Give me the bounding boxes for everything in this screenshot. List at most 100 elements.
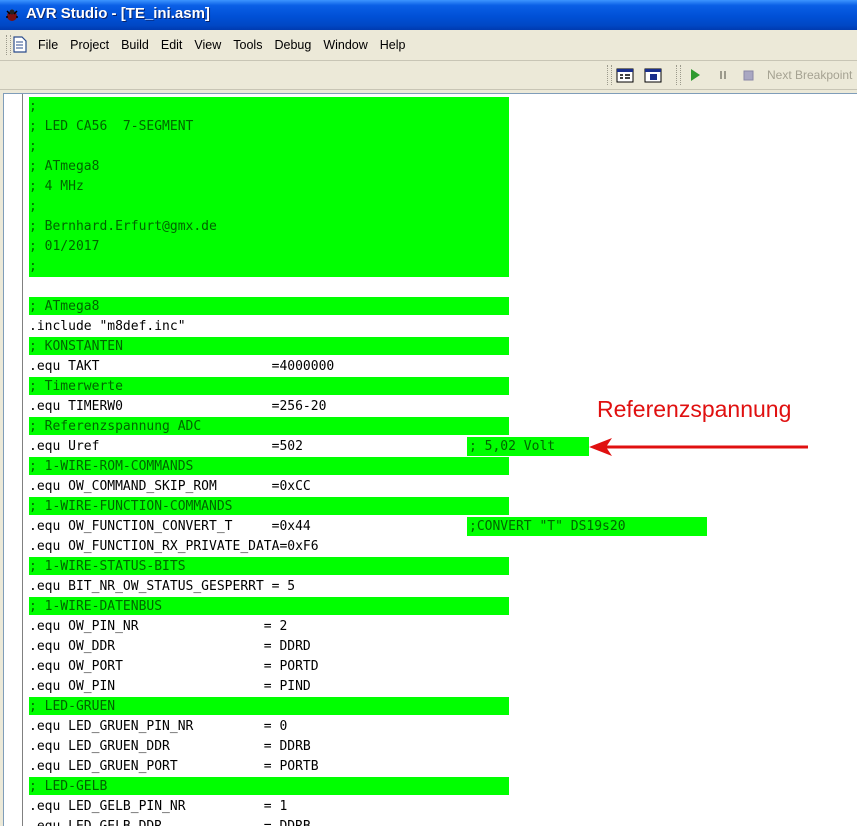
code-line[interactable]: .equ OW_FUNCTION_CONVERT_T =0x44 ;CONVERT… (29, 517, 849, 537)
code-line-text: ; 1-WIRE-DATENBUS (29, 599, 163, 614)
code-line[interactable]: .equ OW_PIN_NR = 2 (29, 617, 849, 637)
code-line[interactable]: ; 1-WIRE-DATENBUS (29, 597, 849, 617)
code-line[interactable]: ; 4 MHz (29, 177, 849, 197)
code-line[interactable]: ; (29, 137, 849, 157)
code-area[interactable]: ; ; LED CA56 7-SEGMENT; ; ATmega8 ; 4 MHz;;… (29, 97, 849, 826)
menu-file[interactable]: File (32, 38, 64, 52)
code-line-text: .equ OW_PIN = PIND (29, 679, 311, 694)
menu-items: File Project Build Edit View Tools Debug Window… (32, 38, 412, 52)
code-line-text: .equ LED_GRUEN_DDR = DDRB (29, 739, 311, 754)
code-line-text: ; 1-WIRE-ROM-COMMANDS (29, 459, 194, 474)
menu-edit[interactable]: Edit (155, 38, 189, 52)
code-line-text: ; (29, 139, 37, 154)
run-icon[interactable] (685, 65, 705, 85)
code-line-text: .equ TIMERW0 =256-20 (29, 399, 327, 414)
code-line-text: ; (29, 99, 37, 114)
code-line-text: ; 1-WIRE-STATUS-BITS (29, 559, 186, 574)
code-line[interactable]: ; LED-GRUEN (29, 697, 849, 717)
code-line[interactable]: .equ BIT_NR_OW_STATUS_GESPERRT = 5 (29, 577, 849, 597)
break-icon[interactable] (713, 65, 733, 85)
code-line[interactable]: ; Bernhard.Erfurt@gmx.de (29, 217, 849, 237)
code-line-text: ; ATmega8 (29, 299, 100, 314)
code-line[interactable]: .include "m8def.inc" (29, 317, 849, 337)
code-line[interactable]: ; (29, 97, 849, 117)
code-line[interactable]: ; 1-WIRE-STATUS-BITS (29, 557, 849, 577)
code-line[interactable]: ; KONSTANTEN (29, 337, 849, 357)
code-line[interactable]: .equ LED_GELB_PIN_NR = 1 (29, 797, 849, 817)
menu-build[interactable]: Build (115, 38, 155, 52)
code-line-text: .equ LED_GRUEN_PORT = PORTB (29, 759, 319, 774)
code-line-text: ; (29, 259, 37, 274)
code-line-text: ; ATmega8 (29, 159, 100, 174)
menu-help[interactable]: Help (374, 38, 412, 52)
window-title: AVR Studio - [TE_ini.asm] (26, 5, 210, 22)
code-line-text: .equ OW_COMMAND_SKIP_ROM =0xCC (29, 479, 311, 494)
debug-toolbar: Next Breakpoint (0, 61, 857, 90)
menu-debug[interactable]: Debug (268, 38, 317, 52)
code-line[interactable]: ; 1-WIRE-FUNCTION-COMMANDS (29, 497, 849, 517)
code-line-text: .equ OW_PORT = PORTD (29, 659, 319, 674)
code-line-text: .include "m8def.inc" (29, 319, 186, 334)
code-line[interactable]: ; 01/2017 (29, 237, 849, 257)
code-line-text: .equ OW_DDR = DDRD (29, 639, 311, 654)
code-line[interactable]: ; LED CA56 7-SEGMENT (29, 117, 849, 137)
code-line-text: .equ OW_FUNCTION_RX_PRIVATE_DATA=0xF6 (29, 539, 319, 554)
code-line[interactable]: .equ LED_GRUEN_PIN_NR = 0 (29, 717, 849, 737)
code-line-text: ; (29, 199, 37, 214)
code-line[interactable]: .equ OW_PORT = PORTD (29, 657, 849, 677)
code-line[interactable]: .equ TAKT =4000000 (29, 357, 849, 377)
code-line[interactable]: ; 1-WIRE-ROM-COMMANDS (29, 457, 849, 477)
menu-view[interactable]: View (188, 38, 227, 52)
code-line-text: .equ TAKT =4000000 (29, 359, 335, 374)
inline-comment-convert: ;CONVERT "T" DS19s20 (467, 517, 707, 536)
code-line[interactable]: ; (29, 197, 849, 217)
stop-icon[interactable] (739, 65, 759, 85)
code-line[interactable]: ; (29, 257, 849, 277)
code-line-text: .equ OW_PIN_NR = 2 (29, 619, 288, 634)
code-line-text: ; Bernhard.Erfurt@gmx.de (29, 219, 217, 234)
code-line-text: ; Timerwerte (29, 379, 123, 394)
code-line-text: .equ LED_GELB_PIN_NR = 1 (29, 799, 288, 814)
next-breakpoint-button[interactable]: Next Breakpoint (767, 68, 852, 82)
menu-tools[interactable]: Tools (227, 38, 268, 52)
code-line-text: ; 4 MHz (29, 179, 84, 194)
code-line-text: ; 1-WIRE-FUNCTION-COMMANDS (29, 499, 233, 514)
code-line[interactable]: .equ OW_COMMAND_SKIP_ROM =0xCC (29, 477, 849, 497)
toolbar-grip-2[interactable] (676, 65, 681, 85)
code-line[interactable]: .equ LED_GRUEN_DDR = DDRB (29, 737, 849, 757)
inline-comment-uref: ; 5,02 Volt (467, 437, 589, 456)
code-line-text: .equ LED_GRUEN_PIN_NR = 0 (29, 719, 288, 734)
code-line[interactable]: ; Timerwerte (29, 377, 849, 397)
menu-bar: File Project Build Edit View Tools Debug Window… (0, 30, 857, 61)
annotation-arrow-icon (589, 438, 808, 456)
code-line[interactable]: .equ LED_GRUEN_PORT = PORTB (29, 757, 849, 777)
menu-project[interactable]: Project (64, 38, 115, 52)
memory-window-icon[interactable] (615, 65, 635, 85)
code-line[interactable]: .equ OW_PIN = PIND (29, 677, 849, 697)
code-editor[interactable]: ; ; LED CA56 7-SEGMENT; ; ATmega8 ; 4 MHz;;… (3, 93, 857, 826)
code-line[interactable]: ; ATmega8 (29, 297, 849, 317)
code-line-text: ; 01/2017 (29, 239, 100, 254)
code-line-text: .equ Uref =502 (29, 439, 303, 454)
code-line[interactable] (29, 277, 849, 297)
code-line-text: ; KONSTANTEN (29, 339, 123, 354)
title-bar[interactable]: AVR Studio - [TE_ini.asm] (0, 0, 857, 30)
document-icon[interactable] (13, 36, 27, 53)
menu-grip[interactable] (6, 35, 11, 55)
avr-studio-app-icon[interactable] (4, 7, 20, 23)
code-line[interactable]: ; LED-GELB (29, 777, 849, 797)
code-line[interactable]: .equ OW_FUNCTION_RX_PRIVATE_DATA=0xF6 (29, 537, 849, 557)
code-line-text: ; LED-GRUEN (29, 699, 116, 714)
editor-gutter[interactable] (6, 94, 23, 826)
processor-window-icon[interactable] (643, 65, 663, 85)
menu-window[interactable]: Window (317, 38, 373, 52)
annotation-label: Referenzspannung (597, 396, 792, 422)
code-line-text: ; LED CA56 7-SEGMENT (29, 119, 194, 134)
code-line[interactable]: .equ OW_DDR = DDRD (29, 637, 849, 657)
code-line-text: .equ BIT_NR_OW_STATUS_GESPERRT = 5 (29, 579, 296, 594)
toolbar-grip[interactable] (607, 65, 612, 85)
code-line[interactable]: ; ATmega8 (29, 157, 849, 177)
code-line-text: ; Referenzspannung ADC (29, 419, 202, 434)
code-line-text: ; LED-GELB (29, 779, 108, 794)
code-line-text: .equ OW_FUNCTION_CONVERT_T =0x44 (29, 519, 311, 534)
